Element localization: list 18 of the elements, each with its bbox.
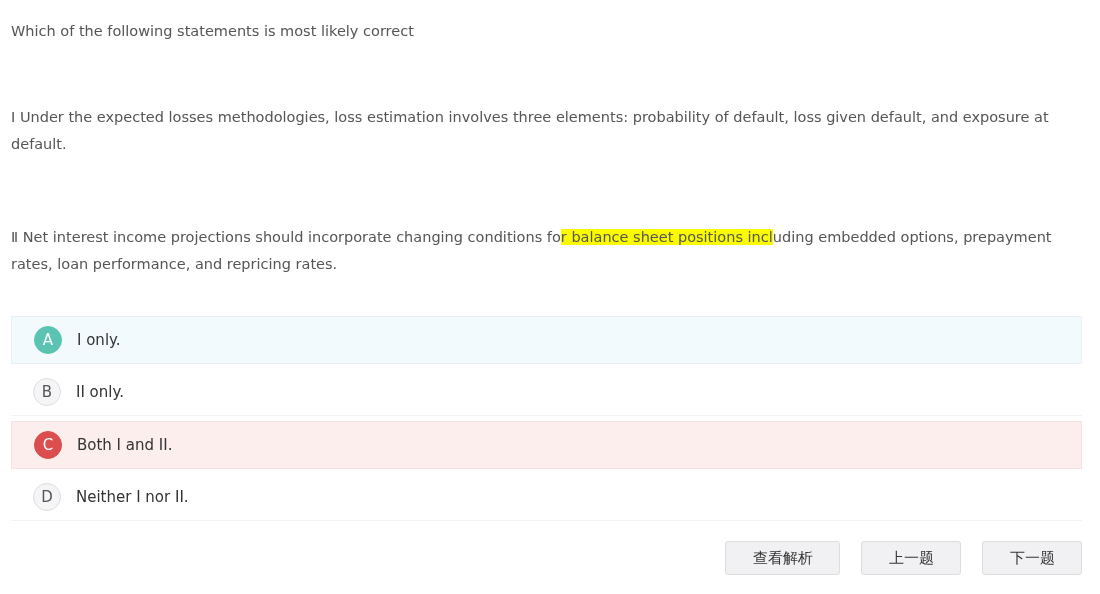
option-text: I only. [77,331,121,349]
option-text: II only. [76,383,124,401]
option-text: Both I and II. [77,436,173,454]
option-letter: B [33,378,61,406]
answer-option[interactable]: D Neither I nor II. [11,474,1082,521]
nav-button[interactable]: 查看解析 [725,541,840,575]
nav-button[interactable]: 下一题 [982,541,1082,575]
answer-option[interactable]: B II only. [11,369,1082,416]
statement-text: Ⅰ Under the expected losses methodologies, loss estimation involves three elements: probability of default, loss given default, and exposure at default. [11,108,1050,154]
answer-option[interactable]: A I only. [11,316,1082,364]
option-letter: A [34,326,62,354]
statement-text: Ⅱ Net interest income projections should incorporate changing conditions for balance sheet positions including embedded options, prepayment rates, loan performance, and repricing rates. [11,228,1053,274]
nav-button[interactable]: 上一题 [861,541,961,575]
option-letter: C [34,431,62,459]
option-text: Neither I nor II. [76,488,189,506]
answer-option[interactable]: C Both I and II. [11,421,1082,469]
option-letter: D [33,483,61,511]
question-text: Which of the following statements is most likely correct [11,22,415,41]
